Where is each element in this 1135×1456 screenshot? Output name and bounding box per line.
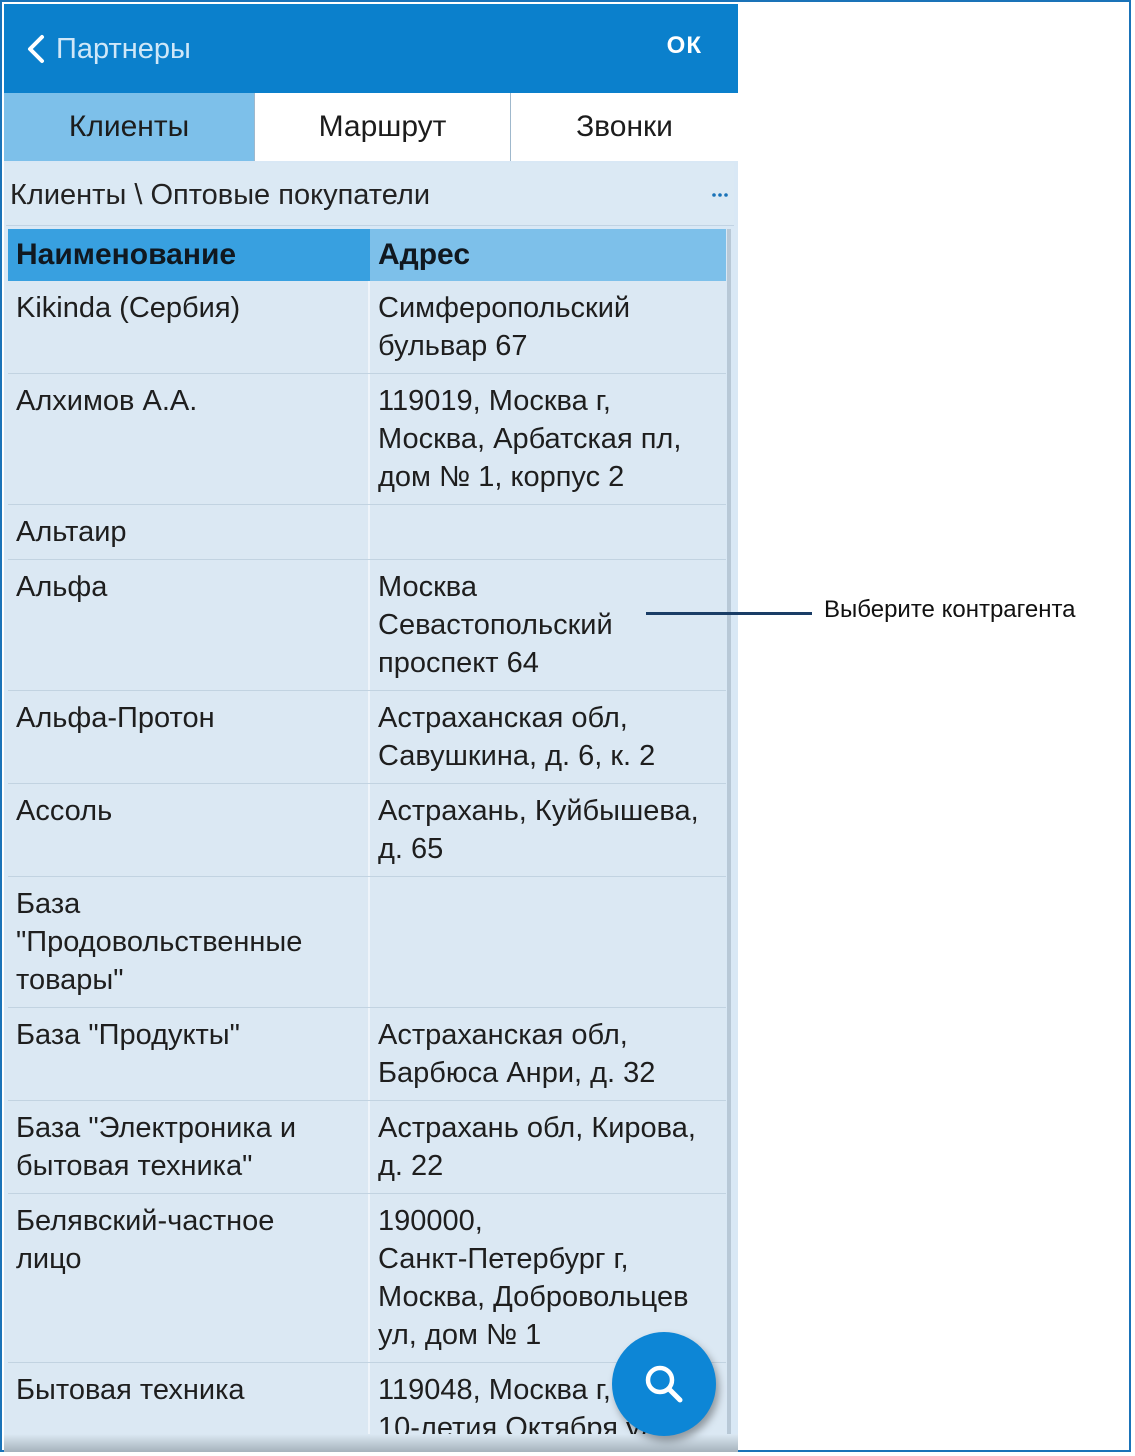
breadcrumb-bar[interactable]: Клиенты \ Оптовые покупатели — [6, 163, 734, 226]
table-row[interactable]: Альфа-Протон Астраханская обл, Савушкина,… — [8, 691, 726, 784]
client-name: Альфа-Протон — [8, 691, 370, 783]
bottom-fade — [4, 1434, 738, 1452]
ellipsis-icon[interactable] — [710, 181, 730, 201]
chevron-left-icon — [28, 35, 44, 63]
column-header-name[interactable]: Наименование — [8, 229, 370, 281]
table-row[interactable]: База "Продукты" Астраханская обл, Барбюса… — [8, 1008, 726, 1101]
tab-calls[interactable]: Звонки — [510, 93, 738, 161]
client-name: Ассоль — [8, 784, 370, 876]
column-header-address[interactable]: Адрес — [370, 229, 726, 281]
client-address: Астрахань обл, Кирова, д. 22 — [378, 1112, 696, 1182]
callout-text: Выберите контрагента — [824, 596, 1076, 623]
table-row[interactable]: Алхимов А.А. 119019, Москва г, Москва, Ар… — [8, 374, 726, 505]
table-row[interactable]: Kikinda (Сербия) Симферопольский бульвар … — [8, 281, 726, 374]
phone-screen: Партнеры ОК Клиенты Маршрут Звонки Клиен… — [4, 4, 738, 1452]
table-row[interactable]: База "Продовольственные товары" — [8, 877, 726, 1008]
table-row[interactable]: Альфа Москва Севастопольский проспект 64 — [8, 560, 726, 691]
client-address: Астраханская обл, Савушкина, д. 6, к. 2 — [378, 702, 656, 772]
client-address: Симферопольский бульвар 67 — [378, 292, 631, 362]
tab-clients[interactable]: Клиенты — [4, 93, 254, 161]
client-name: Kikinda (Сербия) — [8, 281, 370, 373]
client-name: Белявский-частное лицо — [8, 1194, 370, 1362]
client-name: Альфа — [8, 560, 370, 690]
client-address: 119019, Москва г, Москва, Арбатская пл, … — [378, 385, 682, 493]
tab-route[interactable]: Маршрут — [254, 93, 510, 161]
callout-line — [646, 612, 812, 615]
app-header: Партнеры ОК — [4, 4, 738, 93]
client-address: Москва Севастопольский проспект 64 — [378, 571, 613, 679]
table-row[interactable]: Ассоль Астрахань, Куйбышева, д. 65 — [8, 784, 726, 877]
client-name: Алхимов А.А. — [8, 374, 370, 504]
search-icon — [645, 1365, 683, 1403]
client-address: Астрахань, Куйбышева, д. 65 — [378, 795, 699, 865]
client-name: База "Продукты" — [8, 1008, 370, 1100]
back-button-label: Партнеры — [56, 32, 191, 65]
search-button[interactable] — [612, 1332, 716, 1436]
client-address: Астраханская обл, Барбюса Анри, д. 32 — [378, 1019, 656, 1089]
client-address — [370, 877, 726, 1007]
back-button[interactable]: Партнеры — [24, 26, 191, 72]
clients-table: Наименование Адрес Kikinda (Сербия) Симфе… — [8, 229, 726, 1452]
table-row[interactable]: Альтаир — [8, 505, 726, 560]
ok-button[interactable]: ОК — [667, 32, 702, 60]
table-header: Наименование Адрес — [8, 229, 726, 281]
client-address — [370, 505, 726, 559]
table-row[interactable]: База "Электроника и бытовая техника" Астр… — [8, 1101, 726, 1194]
client-name: Альтаир — [8, 505, 370, 559]
breadcrumb: Клиенты \ Оптовые покупатели — [10, 179, 431, 211]
table-row[interactable]: Белявский-частное лицо 190000, Санкт-Пете… — [8, 1194, 726, 1363]
client-name: База "Продовольственные товары" — [8, 877, 370, 1007]
table-body: Kikinda (Сербия) Симферопольский бульвар … — [8, 281, 726, 1452]
scrollbar[interactable] — [727, 229, 731, 1444]
client-name: База "Электроника и бытовая техника" — [8, 1101, 370, 1193]
tab-bar: Клиенты Маршрут Звонки — [4, 93, 738, 161]
